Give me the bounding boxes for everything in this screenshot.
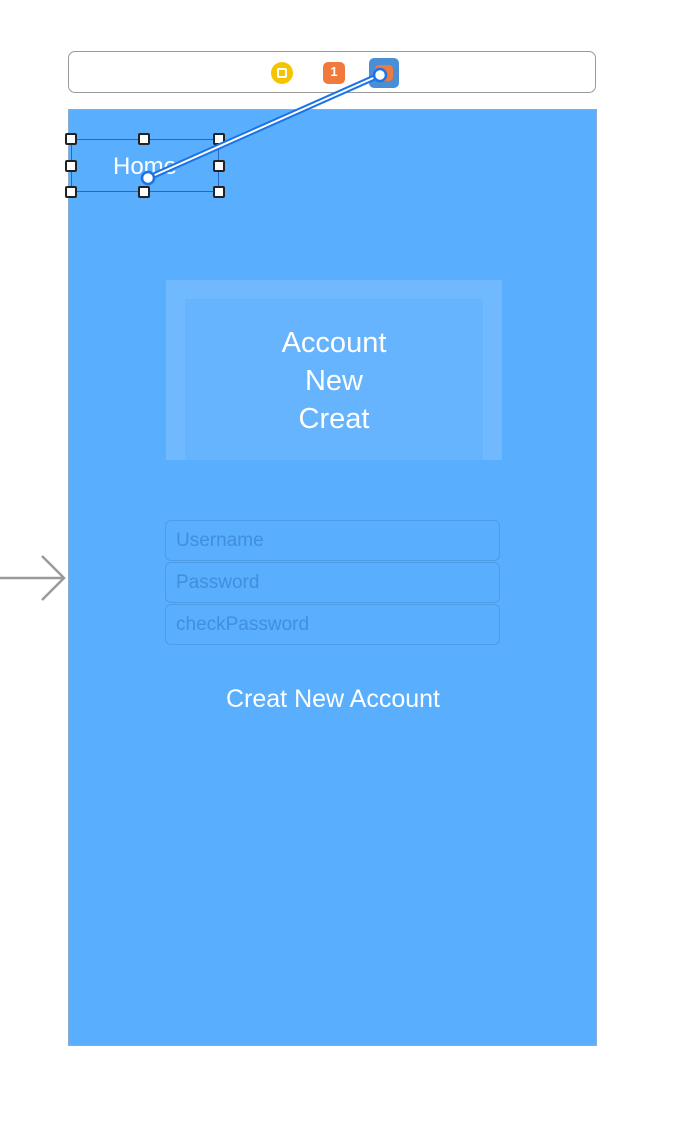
first-responder-icon[interactable] (323, 62, 345, 84)
resize-handle-top[interactable] (138, 133, 150, 145)
resize-handle-left[interactable] (65, 160, 77, 172)
scene-dock (68, 51, 596, 93)
resize-handle-top-left[interactable] (65, 133, 77, 145)
view-controller-icon[interactable] (271, 62, 293, 84)
title-line-1: Account (281, 327, 387, 359)
resize-handle-bottom-right[interactable] (213, 186, 225, 198)
resize-handle-top-right[interactable] (213, 133, 225, 145)
title-line-3: Creat (298, 403, 370, 435)
title-line-2: New (304, 365, 363, 397)
exit-icon[interactable] (369, 58, 399, 88)
password-field[interactable]: Password (165, 562, 500, 603)
username-field[interactable]: Username (165, 520, 500, 561)
entry-point-arrow-icon (0, 555, 66, 601)
resize-handle-bottom[interactable] (138, 186, 150, 198)
resize-handle-right[interactable] (213, 160, 225, 172)
home-label[interactable]: Home (71, 139, 219, 192)
check-password-field[interactable]: checkPassword (165, 604, 500, 645)
resize-handle-bottom-left[interactable] (65, 186, 77, 198)
create-account-button[interactable]: Creat New Account (166, 679, 500, 719)
